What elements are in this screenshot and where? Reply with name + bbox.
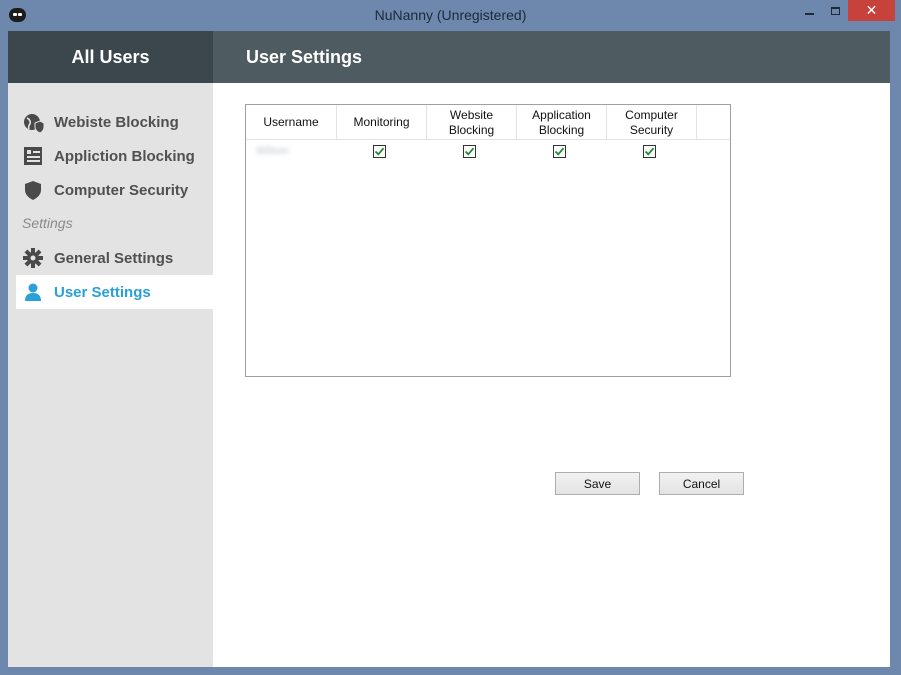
checkmark-icon xyxy=(554,147,565,156)
maximize-button[interactable] xyxy=(822,0,848,21)
sidebar-item-website-blocking[interactable]: Webiste Blocking xyxy=(16,105,213,139)
checkmark-icon xyxy=(644,147,655,156)
website-blocking-checkbox[interactable] xyxy=(463,145,476,158)
sidebar-item-application-blocking[interactable]: Appliction Blocking xyxy=(16,139,213,173)
user-settings-table[interactable]: Username Monitoring Website Blocking App… xyxy=(245,104,731,377)
sidebar-item-computer-security[interactable]: Computer Security xyxy=(16,173,213,207)
globe-shield-icon xyxy=(22,111,44,133)
close-icon: ✕ xyxy=(865,2,878,19)
window-title: NuNanny (Unregistered) xyxy=(374,7,527,23)
sidebar-item-user-settings[interactable]: User Settings xyxy=(16,275,213,309)
column-header-website-blocking[interactable]: Website Blocking xyxy=(427,105,517,140)
page-title: User Settings xyxy=(246,47,363,67)
monitoring-checkbox[interactable] xyxy=(373,145,386,158)
username-cell: Wilson xyxy=(256,145,290,157)
app-list-icon xyxy=(22,145,44,167)
sidebar-item-label: User Settings xyxy=(54,283,151,301)
user-icon xyxy=(22,281,44,303)
maximize-icon xyxy=(830,6,840,15)
sidebar-item-label: Computer Security xyxy=(54,181,189,199)
column-header-computer-security[interactable]: Computer Security xyxy=(607,105,697,140)
minimize-button[interactable] xyxy=(796,0,822,21)
close-button[interactable]: ✕ xyxy=(848,0,895,21)
header-all-users-panel[interactable]: All Users xyxy=(8,31,213,83)
gear-icon xyxy=(22,247,44,269)
column-header-monitoring[interactable]: Monitoring xyxy=(337,105,427,140)
shield-icon xyxy=(22,179,44,201)
all-users-label[interactable]: All Users xyxy=(8,31,213,83)
sidebar-item-label: General Settings xyxy=(54,249,174,267)
minimize-icon xyxy=(804,12,814,15)
title-bar[interactable]: NuNanny (Unregistered) ✕ xyxy=(0,0,901,31)
sidebar-item-label: Webiste Blocking xyxy=(54,113,179,131)
checkmark-icon xyxy=(374,147,385,156)
table-header: Username Monitoring Website Blocking App… xyxy=(246,105,730,140)
sidebar: Webiste Blocking Appliction Blocking Com… xyxy=(8,83,213,667)
app-window: NuNanny (Unregistered) ✕ All Users User … xyxy=(0,0,901,675)
application-blocking-checkbox[interactable] xyxy=(553,145,566,158)
main-content: All Users User Settings Webiste Blocking… xyxy=(8,31,890,667)
header-bar: All Users User Settings xyxy=(8,31,890,83)
computer-security-checkbox[interactable] xyxy=(643,145,656,158)
column-header-application-blocking[interactable]: Application Blocking xyxy=(517,105,607,140)
sidebar-section-settings: Settings xyxy=(22,215,73,231)
sidebar-item-general-settings[interactable]: General Settings xyxy=(16,241,213,275)
table-row[interactable]: Wilson xyxy=(246,141,730,163)
sidebar-item-label: Appliction Blocking xyxy=(54,147,195,165)
column-header-username[interactable]: Username xyxy=(246,105,337,140)
save-button[interactable]: Save xyxy=(555,472,640,495)
checkmark-icon xyxy=(464,147,475,156)
cancel-button[interactable]: Cancel xyxy=(659,472,744,495)
